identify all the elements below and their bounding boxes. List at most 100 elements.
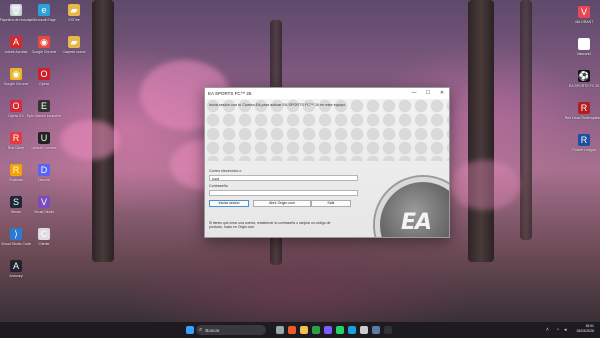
desktop-shortcut[interactable]: A Armoury bbox=[2, 260, 30, 278]
ea-logo-disc: EA bbox=[375, 177, 449, 237]
desktop-shortcut[interactable]: U Ubisoft Connect bbox=[30, 132, 58, 150]
email-label: Correo electrónico o bbox=[209, 169, 242, 173]
desktop-shortcut-label: EA SPORTS FC 26 bbox=[568, 84, 600, 88]
desktop-shortcut-label: Rockstar bbox=[9, 178, 23, 182]
login-button[interactable]: Iniciar sesión bbox=[209, 200, 249, 207]
desktop-shortcut[interactable]: ▰ VSTree bbox=[60, 4, 88, 22]
desktop-shortcut-label: Steam bbox=[10, 210, 22, 214]
steam-icon[interactable] bbox=[372, 326, 380, 334]
armoury-icon: A bbox=[10, 260, 22, 272]
desktop-shortcut[interactable]: R Rocket League bbox=[570, 134, 598, 152]
edge-icon[interactable] bbox=[348, 326, 356, 334]
visual-studio-icon: V bbox=[38, 196, 50, 208]
desktop-shortcut-label: Valorant2 bbox=[576, 52, 592, 56]
brave-icon[interactable] bbox=[288, 326, 296, 334]
desktop-shortcut-label: Adobe Acrobat bbox=[4, 50, 28, 54]
desktop-shortcut[interactable]: C Cliente bbox=[30, 228, 58, 246]
desktop-shortcut[interactable]: R Rockstar bbox=[2, 164, 30, 182]
desktop-shortcut-label: Opera bbox=[39, 82, 49, 86]
email-field[interactable]: root bbox=[209, 175, 358, 181]
desktop-shortcut-label: VALORANT bbox=[574, 20, 594, 24]
desktop-shortcut[interactable]: ◉ Google Chrome bbox=[30, 36, 58, 54]
dialog-title: EA SPORTS FC™ 26 bbox=[208, 91, 252, 96]
desktop-shortcut[interactable]: ◉ Google Chrome bbox=[2, 68, 30, 86]
vpn-icon[interactable] bbox=[324, 326, 332, 334]
rocket-icon: R bbox=[578, 134, 590, 146]
wifi-icon[interactable]: ◔ bbox=[556, 327, 559, 333]
desktop-shortcut[interactable]: ⚽ EA SPORTS FC 26 bbox=[568, 70, 600, 88]
desktop-shortcut-label: Cliente bbox=[38, 242, 50, 246]
folder-icon: ▰ bbox=[68, 4, 80, 16]
intro-text: Inicia sesión con tu Cuenta EA para acti… bbox=[209, 103, 347, 107]
chevron-up-icon[interactable]: ˄ bbox=[546, 327, 549, 333]
desktop-shortcut-label: Papelera de reciclaje bbox=[0, 18, 33, 22]
desktop-shortcut[interactable]: ▭ Valorant2 bbox=[570, 38, 598, 56]
taskbar-search[interactable]: ⌕ Buscar bbox=[196, 325, 266, 335]
clock-date: 25/03/2026 bbox=[576, 329, 594, 333]
terminal-icon[interactable] bbox=[384, 326, 392, 334]
folder-icon-2: ▰ bbox=[68, 36, 80, 48]
desktop-shortcut-label: Riot Client bbox=[7, 146, 25, 150]
whatsapp-icon[interactable] bbox=[336, 326, 344, 334]
desktop-shortcut-label: Rocket League bbox=[572, 148, 596, 152]
clock[interactable]: 18:01 25/03/2026 bbox=[576, 324, 594, 334]
dialog-client: Inicia sesión con tu Cuenta EA para acti… bbox=[205, 99, 449, 237]
desktop-shortcut-label: Visual Studio bbox=[33, 210, 55, 214]
close-button[interactable]: ✕ bbox=[435, 88, 449, 99]
valorant-icon: V bbox=[578, 6, 590, 18]
tree-trunk bbox=[520, 0, 532, 240]
vscode-icon: ⟩ bbox=[10, 228, 22, 240]
opera-icon: O bbox=[10, 100, 22, 112]
desktop-shortcut-label: Opera GX bbox=[8, 114, 24, 118]
task-view-icon[interactable] bbox=[276, 326, 284, 334]
settings-icon[interactable] bbox=[360, 326, 368, 334]
desktop-shortcut[interactable]: R Riot Client bbox=[2, 132, 30, 150]
desktop-shortcut-label: Visual Studio Code bbox=[1, 242, 31, 246]
minimize-button[interactable]: — bbox=[407, 88, 421, 99]
desktop-shortcut-label: Google Chrome bbox=[31, 50, 57, 54]
desktop-shortcut-label: Epic Games Launcher bbox=[26, 114, 62, 118]
desktop-shortcut-label: Armoury bbox=[9, 274, 23, 278]
desktop-shortcut-label: Google Chrome bbox=[3, 82, 29, 86]
dot-pattern bbox=[205, 99, 449, 161]
chrome-icon: ◉ bbox=[10, 68, 22, 80]
epic-icon: E bbox=[38, 100, 50, 112]
exit-button[interactable]: Salir bbox=[311, 200, 351, 207]
open-origin-button[interactable]: Abrir Origin.com bbox=[253, 200, 311, 207]
volume-icon[interactable]: ◂ bbox=[564, 327, 567, 333]
desktop-shortcut[interactable]: O Opera bbox=[30, 68, 58, 86]
desktop-shortcut[interactable]: V Visual Studio bbox=[30, 196, 58, 214]
desktop-shortcut[interactable]: E Epic Games Launcher bbox=[27, 100, 61, 118]
desktop-shortcut-label: VSTree bbox=[68, 18, 80, 22]
desktop-shortcut[interactable]: R Red Dead Redemption 2 bbox=[565, 102, 600, 120]
ea-fc-icon: ⚽ bbox=[578, 70, 590, 82]
edge-icon: e bbox=[38, 4, 50, 16]
desktop-shortcut[interactable]: e Microsoft Edge bbox=[30, 4, 58, 22]
desktop-shortcut-label: Ubisoft Connect bbox=[31, 146, 57, 150]
recycle-bin-icon: 🗑 bbox=[10, 4, 22, 16]
desktop-shortcut-label: Discord bbox=[38, 178, 50, 182]
desktop-shortcut[interactable]: ⟩ Visual Studio Code bbox=[1, 228, 31, 246]
steam-icon: S bbox=[10, 196, 22, 208]
riot-icon: R bbox=[10, 132, 22, 144]
search-placeholder: Buscar bbox=[205, 327, 220, 333]
desktop-shortcut[interactable]: D Discord bbox=[30, 164, 58, 182]
dialog-titlebar[interactable]: EA SPORTS FC™ 26 — ☐ ✕ bbox=[205, 88, 449, 99]
desktop-shortcut[interactable]: S Steam bbox=[2, 196, 30, 214]
blossom bbox=[450, 160, 520, 210]
blossom bbox=[60, 120, 120, 160]
desktop-shortcut[interactable]: V VALORANT bbox=[570, 6, 598, 24]
maximize-button[interactable]: ☐ bbox=[421, 88, 435, 99]
chrome-icon[interactable] bbox=[312, 326, 320, 334]
tree-trunk bbox=[468, 0, 494, 262]
desktop-shortcut[interactable]: ▰ Carpeta nueva bbox=[60, 36, 88, 54]
valorant2-icon: ▭ bbox=[578, 38, 590, 50]
desktop-shortcut[interactable]: 🗑 Papelera de reciclaje bbox=[0, 4, 33, 22]
desktop-shortcut[interactable]: A Adobe Acrobat bbox=[2, 36, 30, 54]
password-field[interactable] bbox=[209, 190, 358, 196]
ubisoft-icon: U bbox=[38, 132, 50, 144]
file-explorer-icon[interactable] bbox=[300, 326, 308, 334]
taskbar: ⌕ Buscar ˄ ◔ ◂ 18:01 25/03/2026 bbox=[0, 322, 600, 338]
windows-start-icon[interactable] bbox=[186, 326, 194, 334]
client-icon: C bbox=[38, 228, 50, 240]
